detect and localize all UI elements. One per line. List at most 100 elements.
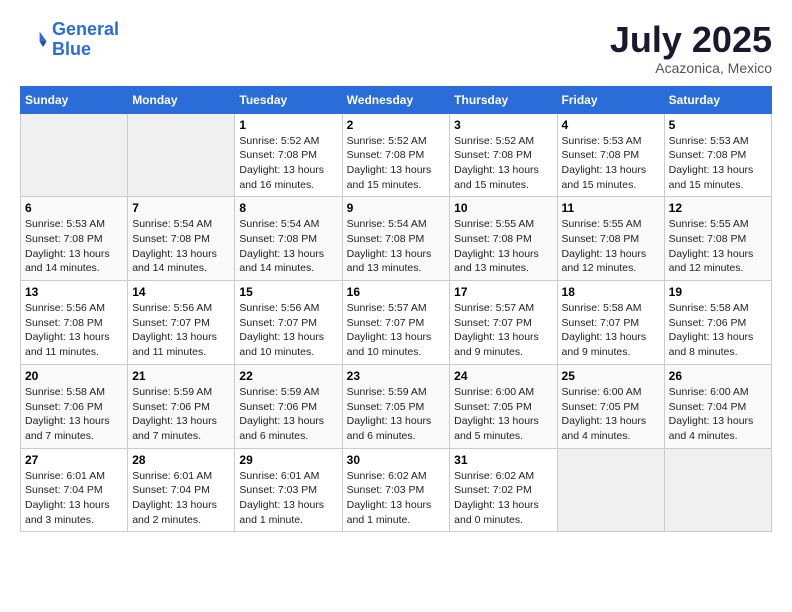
day-info: Sunrise: 5:58 AM Sunset: 7:06 PM Dayligh… (25, 385, 123, 444)
day-number: 16 (347, 285, 446, 299)
calendar-cell (664, 448, 771, 532)
day-info: Sunrise: 5:52 AM Sunset: 7:08 PM Dayligh… (239, 134, 337, 193)
calendar-cell: 14Sunrise: 5:56 AM Sunset: 7:07 PM Dayli… (128, 281, 235, 365)
calendar-cell: 18 Sunrise: 5:58 AM Sunset: 7:07 PM Dayli… (557, 281, 664, 365)
weekday-header: Wednesday (342, 86, 450, 113)
calendar-cell: 17 Sunrise: 5:57 AM Sunset: 7:07 PM Dayli… (450, 281, 557, 365)
day-number: 2 (347, 118, 446, 132)
day-info: Sunrise: 5:58 AM Sunset: 7:06 PM Dayligh… (669, 301, 767, 360)
day-info: Sunrise: 5:54 AM Sunset: 7:08 PM Dayligh… (132, 217, 230, 276)
day-number: 18 (562, 285, 660, 299)
calendar-cell: 16 Sunrise: 5:57 AM Sunset: 7:07 PM Dayli… (342, 281, 450, 365)
day-info: Sunrise: 5:57 AM Sunset: 7:07 PM Dayligh… (347, 301, 446, 360)
day-number: 21 (132, 369, 230, 383)
day-info: Sunrise: 6:01 AM Sunset: 7:04 PM Dayligh… (25, 469, 123, 528)
day-number: 9 (347, 201, 446, 215)
calendar-cell: 6Sunrise: 5:53 AM Sunset: 7:08 PM Daylig… (21, 197, 128, 281)
day-number: 12 (669, 201, 767, 215)
day-number: 26 (669, 369, 767, 383)
calendar-cell: 31 Sunrise: 6:02 AM Sunset: 7:02 PM Dayli… (450, 448, 557, 532)
day-number: 11 (562, 201, 660, 215)
calendar-cell: 7 Sunrise: 5:54 AM Sunset: 7:08 PM Daylig… (128, 197, 235, 281)
day-info: Sunrise: 6:00 AM Sunset: 7:05 PM Dayligh… (454, 385, 552, 444)
calendar-week-row: 1 Sunrise: 5:52 AM Sunset: 7:08 PM Daylig… (21, 113, 772, 197)
day-info: Sunrise: 6:02 AM Sunset: 7:02 PM Dayligh… (454, 469, 552, 528)
day-number: 28 (132, 453, 230, 467)
day-info: Sunrise: 5:54 AM Sunset: 7:08 PM Dayligh… (239, 217, 337, 276)
calendar-cell: 1 Sunrise: 5:52 AM Sunset: 7:08 PM Daylig… (235, 113, 342, 197)
day-number: 29 (239, 453, 337, 467)
day-info: Sunrise: 5:55 AM Sunset: 7:08 PM Dayligh… (562, 217, 660, 276)
day-number: 8 (239, 201, 337, 215)
weekday-header: Thursday (450, 86, 557, 113)
day-info: Sunrise: 5:53 AM Sunset: 7:08 PM Dayligh… (562, 134, 660, 193)
calendar-cell: 13 Sunrise: 5:56 AM Sunset: 7:08 PM Dayli… (21, 281, 128, 365)
logo: General Blue (20, 20, 119, 60)
location: Acazonica, Mexico (610, 60, 772, 76)
calendar-cell: 11 Sunrise: 5:55 AM Sunset: 7:08 PM Dayli… (557, 197, 664, 281)
day-number: 15 (239, 285, 337, 299)
day-number: 1 (239, 118, 337, 132)
day-number: 31 (454, 453, 552, 467)
calendar-cell: 4 Sunrise: 5:53 AM Sunset: 7:08 PM Daylig… (557, 113, 664, 197)
calendar-cell: 28 Sunrise: 6:01 AM Sunset: 7:04 PM Dayli… (128, 448, 235, 532)
calendar-week-row: 20 Sunrise: 5:58 AM Sunset: 7:06 PM Dayli… (21, 364, 772, 448)
calendar-cell: 27Sunrise: 6:01 AM Sunset: 7:04 PM Dayli… (21, 448, 128, 532)
weekday-header-row: SundayMondayTuesdayWednesdayThursdayFrid… (21, 86, 772, 113)
calendar-cell: 5 Sunrise: 5:53 AM Sunset: 7:08 PM Daylig… (664, 113, 771, 197)
calendar-table: SundayMondayTuesdayWednesdayThursdayFrid… (20, 86, 772, 533)
day-number: 13 (25, 285, 123, 299)
calendar-cell: 22 Sunrise: 5:59 AM Sunset: 7:06 PM Dayli… (235, 364, 342, 448)
weekday-header: Tuesday (235, 86, 342, 113)
day-number: 17 (454, 285, 552, 299)
calendar-week-row: 27Sunrise: 6:01 AM Sunset: 7:04 PM Dayli… (21, 448, 772, 532)
header: General Blue July 2025 Acazonica, Mexico (20, 20, 772, 76)
calendar-cell: 15 Sunrise: 5:56 AM Sunset: 7:07 PM Dayli… (235, 281, 342, 365)
logo-text: General Blue (52, 20, 119, 60)
day-info: Sunrise: 5:58 AM Sunset: 7:07 PM Dayligh… (562, 301, 660, 360)
day-info: Sunrise: 6:00 AM Sunset: 7:04 PM Dayligh… (669, 385, 767, 444)
day-info: Sunrise: 5:53 AM Sunset: 7:08 PM Dayligh… (669, 134, 767, 193)
weekday-header: Sunday (21, 86, 128, 113)
day-info: Sunrise: 5:56 AM Sunset: 7:07 PM Dayligh… (239, 301, 337, 360)
calendar-cell: 2 Sunrise: 5:52 AM Sunset: 7:08 PM Daylig… (342, 113, 450, 197)
day-info: Sunrise: 5:55 AM Sunset: 7:08 PM Dayligh… (454, 217, 552, 276)
calendar-cell: 23Sunrise: 5:59 AM Sunset: 7:05 PM Dayli… (342, 364, 450, 448)
weekday-header: Friday (557, 86, 664, 113)
title-block: July 2025 Acazonica, Mexico (610, 20, 772, 76)
day-info: Sunrise: 6:01 AM Sunset: 7:04 PM Dayligh… (132, 469, 230, 528)
day-number: 24 (454, 369, 552, 383)
day-number: 25 (562, 369, 660, 383)
calendar-week-row: 13 Sunrise: 5:56 AM Sunset: 7:08 PM Dayli… (21, 281, 772, 365)
calendar-cell: 9 Sunrise: 5:54 AM Sunset: 7:08 PM Daylig… (342, 197, 450, 281)
calendar-cell: 30 Sunrise: 6:02 AM Sunset: 7:03 PM Dayli… (342, 448, 450, 532)
day-number: 5 (669, 118, 767, 132)
day-info: Sunrise: 5:52 AM Sunset: 7:08 PM Dayligh… (347, 134, 446, 193)
day-number: 30 (347, 453, 446, 467)
calendar-cell: 8 Sunrise: 5:54 AM Sunset: 7:08 PM Daylig… (235, 197, 342, 281)
day-number: 10 (454, 201, 552, 215)
day-info: Sunrise: 5:56 AM Sunset: 7:08 PM Dayligh… (25, 301, 123, 360)
day-info: Sunrise: 6:00 AM Sunset: 7:05 PM Dayligh… (562, 385, 660, 444)
weekday-header: Saturday (664, 86, 771, 113)
calendar-cell: 19Sunrise: 5:58 AM Sunset: 7:06 PM Dayli… (664, 281, 771, 365)
day-info: Sunrise: 5:57 AM Sunset: 7:07 PM Dayligh… (454, 301, 552, 360)
day-number: 20 (25, 369, 123, 383)
day-number: 22 (239, 369, 337, 383)
day-info: Sunrise: 6:02 AM Sunset: 7:03 PM Dayligh… (347, 469, 446, 528)
calendar-cell: 21 Sunrise: 5:59 AM Sunset: 7:06 PM Dayli… (128, 364, 235, 448)
day-info: Sunrise: 5:55 AM Sunset: 7:08 PM Dayligh… (669, 217, 767, 276)
calendar-cell: 20 Sunrise: 5:58 AM Sunset: 7:06 PM Dayli… (21, 364, 128, 448)
day-info: Sunrise: 5:59 AM Sunset: 7:06 PM Dayligh… (239, 385, 337, 444)
calendar-week-row: 6Sunrise: 5:53 AM Sunset: 7:08 PM Daylig… (21, 197, 772, 281)
day-number: 7 (132, 201, 230, 215)
day-info: Sunrise: 6:01 AM Sunset: 7:03 PM Dayligh… (239, 469, 337, 528)
day-info: Sunrise: 5:54 AM Sunset: 7:08 PM Dayligh… (347, 217, 446, 276)
calendar-cell: 3Sunrise: 5:52 AM Sunset: 7:08 PM Daylig… (450, 113, 557, 197)
calendar-cell: 12 Sunrise: 5:55 AM Sunset: 7:08 PM Dayli… (664, 197, 771, 281)
day-info: Sunrise: 5:53 AM Sunset: 7:08 PM Dayligh… (25, 217, 123, 276)
calendar-cell: 10 Sunrise: 5:55 AM Sunset: 7:08 PM Dayli… (450, 197, 557, 281)
day-info: Sunrise: 5:59 AM Sunset: 7:06 PM Dayligh… (132, 385, 230, 444)
logo-icon (20, 26, 48, 54)
day-number: 4 (562, 118, 660, 132)
